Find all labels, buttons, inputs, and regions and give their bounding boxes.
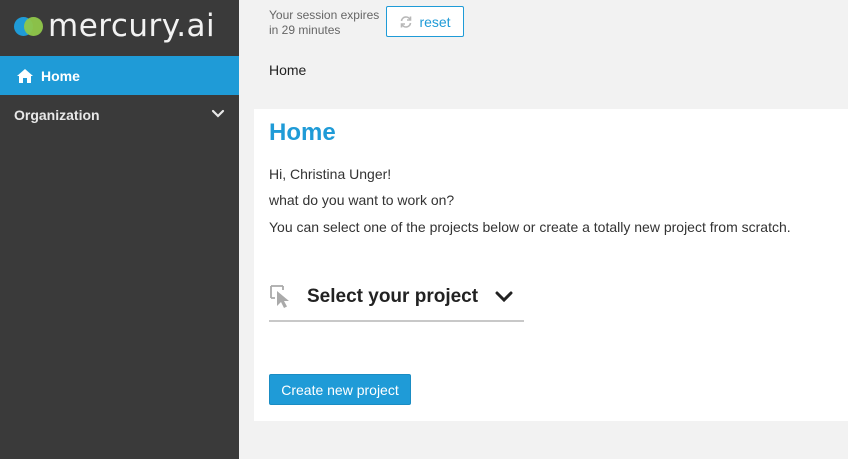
- reset-label: reset: [419, 13, 451, 30]
- logo-text: mercury.ai: [48, 8, 216, 44]
- page-title: Home: [269, 119, 336, 146]
- instruction-text: You can select one of the projects below…: [269, 219, 791, 235]
- session-timer: Your session expires in 29 minutes: [269, 8, 379, 38]
- question-text: what do you want to work on?: [269, 192, 455, 208]
- sidebar-item-organization[interactable]: Organization: [0, 95, 239, 134]
- main-card: Home Hi, Christina Unger! what do you wa…: [254, 109, 848, 421]
- logo-mark-icon: [14, 15, 44, 37]
- reset-session-button[interactable]: reset: [386, 6, 464, 37]
- select-project-label: Select your project: [307, 285, 479, 307]
- breadcrumb[interactable]: Home: [269, 62, 306, 78]
- sidebar-item-label: Organization: [14, 106, 100, 123]
- cursor-select-icon: [269, 284, 295, 310]
- project-select-dropdown[interactable]: Select your project: [269, 273, 524, 322]
- home-icon: [16, 68, 34, 84]
- sidebar: mercury.ai Home Organization: [0, 0, 239, 459]
- greeting-text: Hi, Christina Unger!: [269, 166, 392, 182]
- logo[interactable]: mercury.ai: [14, 10, 215, 42]
- create-new-project-button[interactable]: Create new project: [269, 374, 411, 405]
- session-line-2: in 29 minutes: [269, 23, 341, 37]
- chevron-down-icon: [494, 287, 514, 307]
- sidebar-item-home[interactable]: Home: [0, 56, 239, 95]
- refresh-icon: [399, 15, 413, 29]
- sidebar-item-label: Home: [41, 67, 80, 84]
- session-line-1: Your session expires: [269, 8, 380, 22]
- chevron-down-icon: [211, 107, 225, 121]
